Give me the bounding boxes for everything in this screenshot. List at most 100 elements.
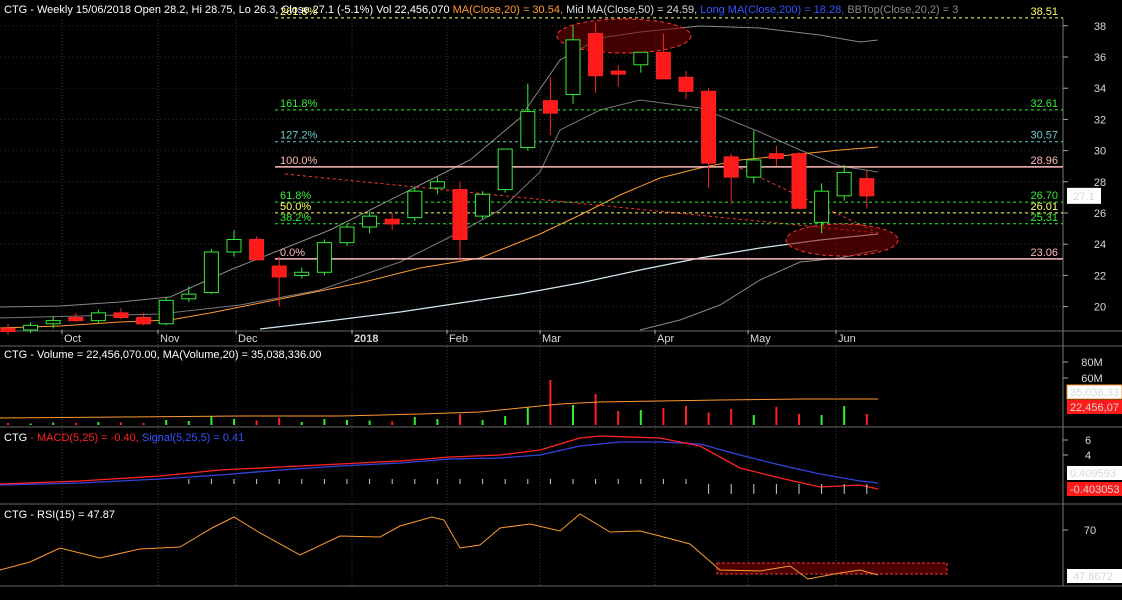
fib-level-value: 30.57 bbox=[1030, 130, 1058, 142]
fib-level-label: 161.8% bbox=[280, 98, 318, 110]
candle-body bbox=[542, 100, 558, 114]
candle-body bbox=[791, 153, 807, 209]
month-label: May bbox=[750, 333, 771, 345]
candle-body bbox=[565, 39, 581, 95]
month-label: Jun bbox=[838, 333, 856, 345]
candle-body bbox=[588, 33, 604, 77]
candle-body bbox=[655, 51, 671, 80]
fib-level-label: 0.0% bbox=[280, 247, 305, 259]
header-segment: Mid MA(Close,50) = 24.59, bbox=[566, 4, 700, 16]
candle-body bbox=[158, 299, 174, 325]
header-segment: BBTop(Close,20,2) = 3 bbox=[847, 4, 958, 16]
ma-long-line bbox=[259, 233, 879, 330]
signal-value-label: 0.409593 bbox=[1070, 468, 1116, 480]
candle-body bbox=[136, 317, 152, 325]
candle-body bbox=[181, 293, 197, 300]
header-segment: MA(Close,20) = 30.54, bbox=[453, 4, 566, 16]
candle-body bbox=[768, 153, 784, 159]
y-tick-label: 20 bbox=[1094, 302, 1106, 314]
volume-ma-line bbox=[0, 398, 878, 419]
candle-body bbox=[203, 251, 219, 294]
candle-body bbox=[836, 171, 852, 197]
y-tick-label: 32 bbox=[1094, 114, 1106, 126]
rsi-highlight-box bbox=[716, 562, 948, 575]
fib-level-label: 127.2% bbox=[280, 130, 318, 142]
candle-body bbox=[45, 320, 61, 325]
fib-level-label: 100.0% bbox=[280, 155, 318, 167]
header-segment: CTG bbox=[4, 349, 30, 361]
fib-level-value: 25.31 bbox=[1030, 212, 1058, 224]
month-label: Nov bbox=[160, 333, 180, 345]
candle-body bbox=[407, 190, 423, 219]
y-tick-label: 36 bbox=[1094, 52, 1106, 64]
fib-level-value: 23.06 bbox=[1030, 247, 1058, 259]
candle-body bbox=[723, 156, 739, 178]
y-tick-label: 60M bbox=[1081, 373, 1102, 385]
last-price-label: 27.1 bbox=[1073, 191, 1094, 203]
macd-value-label: -0.403053 bbox=[1070, 484, 1120, 496]
header-segment: Long MA(Close,200) = 18.28, bbox=[700, 4, 847, 16]
trendline bbox=[739, 167, 879, 234]
candle-body bbox=[90, 312, 106, 322]
candle-body bbox=[339, 226, 355, 244]
candle-body bbox=[497, 148, 513, 191]
header-segment: Signal(5,25,5) = 0.41 bbox=[142, 432, 244, 444]
y-tick-label: 6 bbox=[1085, 435, 1091, 447]
volume-last-label: 22,456,07 bbox=[1070, 402, 1119, 414]
candle-body bbox=[859, 178, 875, 197]
header-segment: CTG bbox=[4, 4, 30, 16]
bollinger-bottom-line bbox=[639, 249, 879, 331]
pane-header: CTG - MACD(5,25) = -0.40, Signal(5,25,5)… bbox=[4, 432, 244, 444]
candle-body bbox=[814, 190, 830, 223]
candle-body bbox=[113, 312, 129, 319]
stock-chart: Oct Nov Dec 2018 Feb Mar Apr May Jun 38 36 34 32 30 28… bbox=[0, 4, 1122, 587]
pane-header: CTG - RSI(15) = 47.87 bbox=[4, 509, 115, 521]
y-tick-label: 34 bbox=[1094, 83, 1106, 95]
candle-body bbox=[633, 51, 649, 66]
bollinger-mid-line bbox=[0, 99, 879, 319]
rsi-value-label: 47.8672 bbox=[1073, 571, 1113, 583]
candle-body bbox=[0, 327, 16, 333]
candle-body bbox=[475, 193, 491, 217]
y-tick-label: 28 bbox=[1094, 177, 1106, 189]
candle-body bbox=[23, 324, 39, 331]
candle-body bbox=[429, 181, 445, 189]
month-label: Oct bbox=[64, 333, 81, 345]
header-segment: - Weekly 15/06/2018 Open 28.2, Hi 28.75,… bbox=[30, 4, 452, 16]
candle-body bbox=[68, 317, 84, 322]
candle-body bbox=[384, 218, 400, 225]
y-tick-label: 30 bbox=[1094, 146, 1106, 158]
pane-0 bbox=[0, 20, 1122, 331]
header-segment: - RSI(15) = 47.87 bbox=[30, 509, 115, 521]
candle-body bbox=[452, 189, 468, 241]
candle-body bbox=[701, 90, 717, 164]
volume-ma-label: 35,038,33 bbox=[1070, 387, 1119, 399]
candle-body bbox=[746, 159, 762, 178]
month-label: Apr bbox=[657, 333, 674, 345]
y-tick-label: 4 bbox=[1085, 450, 1091, 462]
y-tick-label: 70 bbox=[1084, 525, 1096, 537]
header-segment: CTG bbox=[4, 509, 30, 521]
fib-level-value: 32.61 bbox=[1030, 98, 1058, 110]
highlight-ellipse bbox=[785, 223, 899, 257]
candle-body bbox=[271, 265, 287, 278]
fib-level-value: 38.51 bbox=[1030, 6, 1058, 18]
pane-header: CTG - Volume = 22,456,070.00, MA(Volume,… bbox=[4, 349, 321, 361]
header-segment: - MACD(5,25) = -0.40, bbox=[30, 432, 142, 444]
header-segment: CTG bbox=[4, 432, 30, 444]
header-segment: - Volume = 22,456,070.00, bbox=[30, 349, 162, 361]
header-segment: MA(Volume,20) = 35,038,336.00 bbox=[163, 349, 322, 361]
month-label: Feb bbox=[449, 333, 468, 345]
y-tick-label: 80M bbox=[1081, 357, 1102, 369]
candle-body bbox=[678, 76, 694, 92]
month-label: Dec bbox=[238, 333, 258, 345]
candle-body bbox=[249, 239, 265, 261]
pane-3 bbox=[0, 505, 1122, 587]
candle-body bbox=[294, 271, 310, 276]
month-label: Mar bbox=[542, 333, 561, 345]
month-label: 2018 bbox=[354, 333, 378, 345]
candle-body bbox=[610, 70, 626, 75]
y-tick-label: 26 bbox=[1094, 208, 1106, 220]
candle-body bbox=[520, 111, 536, 148]
fib-level-value: 28.96 bbox=[1030, 155, 1058, 167]
